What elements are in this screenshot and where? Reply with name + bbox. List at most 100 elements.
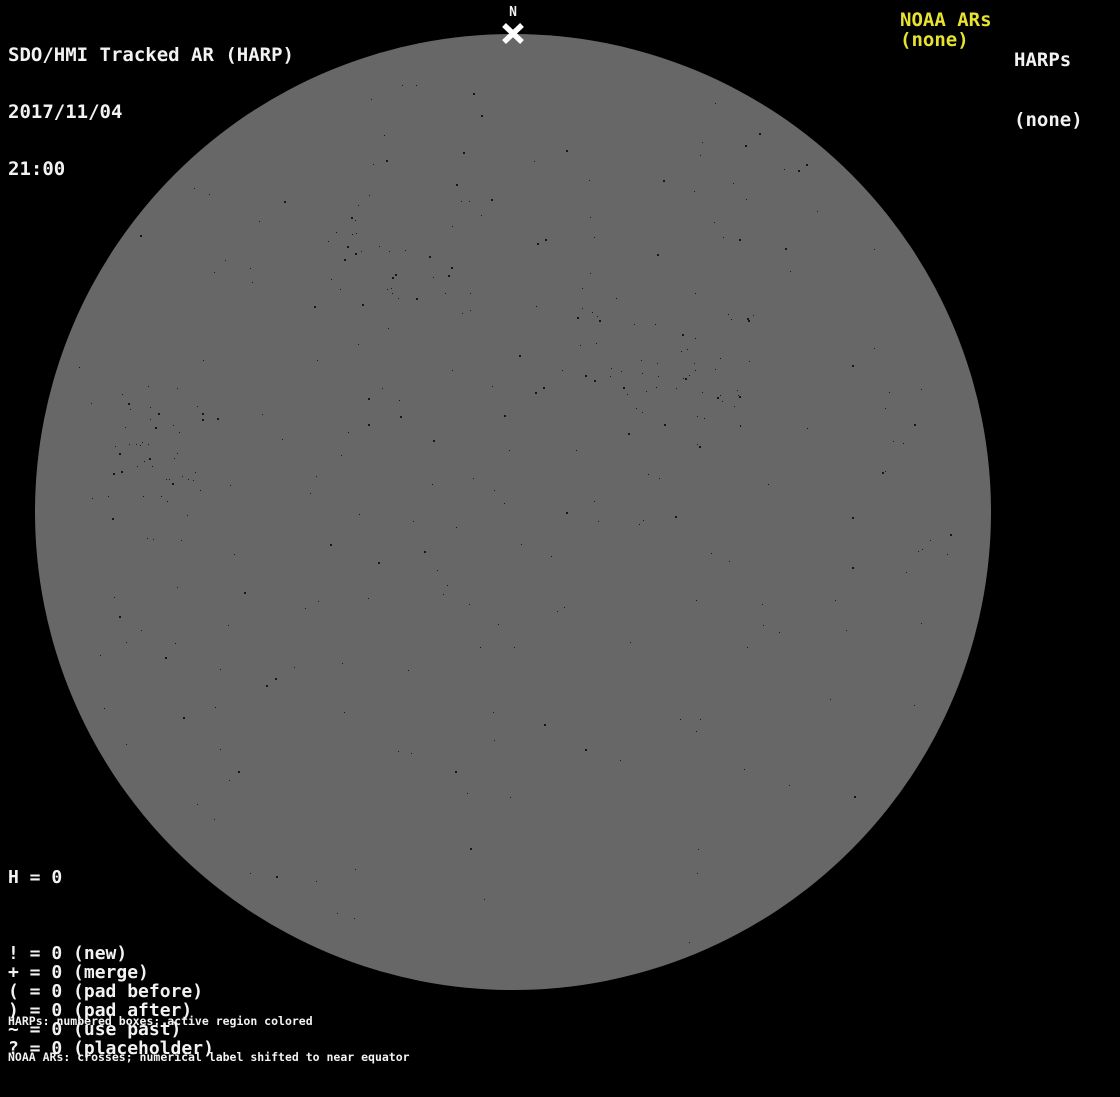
sunspot-speck: [388, 328, 389, 329]
sunspot-speck: [582, 308, 583, 309]
sunspot-speck: [128, 403, 130, 405]
sunspot-speck: [389, 251, 390, 252]
sunspot-speck: [885, 471, 886, 472]
sunspot-speck: [340, 289, 341, 290]
sunspot-speck: [610, 376, 611, 377]
sunspot-speck: [762, 604, 763, 605]
sunspot-speck: [470, 293, 471, 294]
sunspot-speck: [675, 516, 677, 518]
sunspot-speck: [620, 760, 621, 761]
sunspot-speck: [119, 453, 121, 455]
sunspot-speck: [585, 375, 587, 377]
sunspot-speck: [142, 442, 143, 443]
sunspot-speck: [305, 608, 306, 609]
sunspot-speck: [382, 388, 383, 389]
sunspot-speck: [328, 241, 329, 242]
sunspot-speck: [177, 388, 178, 389]
sunspot-speck: [643, 520, 644, 521]
sunspot-speck: [621, 371, 622, 372]
sunspot-speck: [728, 314, 729, 315]
sunspot-speck: [433, 440, 435, 442]
sunspot-speck: [220, 749, 221, 750]
sunspot-speck: [79, 367, 80, 368]
sunspot-speck: [202, 419, 204, 421]
sunspot-speck: [177, 587, 178, 588]
sunspot-speck: [149, 458, 151, 460]
sunspot-speck: [130, 409, 131, 410]
sunspot-speck: [580, 345, 581, 346]
sunspot-speck: [125, 427, 126, 428]
sunspot-speck: [456, 527, 457, 528]
sunspot-speck: [656, 387, 657, 388]
sunspot-speck: [537, 243, 539, 245]
sunspot-speck: [155, 427, 157, 429]
sunspot-speck: [413, 521, 414, 522]
sunspot-speck: [344, 712, 345, 713]
sunspot-speck: [126, 744, 127, 745]
sunspot-speck: [914, 424, 916, 426]
sunspot-speck: [590, 273, 591, 274]
sunspot-speck: [534, 161, 535, 162]
sunspot-speck: [544, 724, 546, 726]
sunspot-speck: [658, 376, 659, 377]
sunspot-speck: [448, 275, 450, 277]
sunspot-speck: [462, 313, 463, 314]
sunspot-speck: [682, 334, 684, 336]
sunspot-speck: [294, 667, 295, 668]
sunspot-speck: [150, 407, 151, 408]
sunspot-speck: [739, 396, 741, 398]
sunspot-speck: [510, 797, 511, 798]
sunspot-speck: [469, 201, 470, 202]
sunspot-speck: [641, 360, 642, 361]
sunspot-speck: [731, 319, 732, 320]
sunspot-speck: [129, 444, 130, 445]
sunspot-speck: [244, 592, 246, 594]
sunspot-speck: [576, 450, 577, 451]
sunspot-speck: [806, 164, 808, 166]
sunspot-speck: [753, 315, 754, 316]
sunspot-speck: [906, 572, 907, 573]
sunspot-speck: [700, 719, 701, 720]
sunspot-speck: [484, 899, 485, 900]
sunspot-speck: [259, 221, 260, 222]
sunspot-speck: [187, 515, 188, 516]
sunspot-speck: [432, 484, 433, 485]
sunspot-speck: [681, 351, 682, 352]
sunspot-speck: [282, 439, 283, 440]
sunspot-speck: [234, 554, 235, 555]
sunspot-speck: [504, 503, 505, 504]
sunspot-speck: [566, 150, 568, 152]
sunspot-speck: [695, 370, 696, 371]
sunspot-speck: [161, 496, 162, 497]
sunspot-speck: [165, 657, 167, 659]
sunspot-speck: [784, 169, 785, 170]
sunspot-speck: [596, 343, 597, 344]
sunspot-speck: [519, 355, 521, 357]
sunspot-speck: [698, 849, 699, 850]
sunspot-speck: [169, 479, 170, 480]
sunspot-speck: [371, 99, 372, 100]
sunspot-speck: [714, 222, 715, 223]
sunspot-speck: [354, 918, 355, 919]
sunspot-speck: [200, 490, 201, 491]
sunspot-speck: [807, 428, 808, 429]
sunspot-speck: [220, 669, 221, 670]
sunspot-speck: [391, 288, 392, 289]
sunspot-speck: [599, 320, 601, 322]
sunspot-speck: [723, 237, 724, 238]
sunspot-speck: [140, 445, 141, 446]
sunspot-speck: [386, 160, 388, 162]
sunspot-speck: [695, 293, 696, 294]
sunspot-speck: [720, 358, 721, 359]
sunspot-speck: [114, 597, 115, 598]
sunspot-speck: [433, 277, 434, 278]
sunspot-speck: [100, 655, 101, 656]
noaa-ars-column: NOAA ARs (none): [900, 10, 992, 50]
sunspot-speck: [590, 217, 591, 218]
sunspot-speck: [355, 253, 357, 255]
harps-label: HARPs: [1014, 49, 1072, 71]
sunspot-speck: [359, 514, 360, 515]
time-label: 21:00: [8, 158, 66, 180]
sunspot-speck: [356, 233, 357, 234]
sunspot-speck: [657, 254, 659, 256]
